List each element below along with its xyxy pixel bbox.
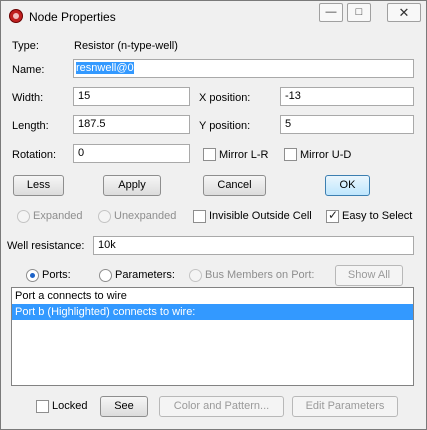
y-position-label: Y position: — [199, 120, 251, 132]
parameters-radio[interactable] — [99, 269, 112, 282]
well-resistance-label: Well resistance: — [7, 240, 85, 252]
rotation-label: Rotation: — [12, 149, 57, 161]
cancel-button[interactable]: Cancel — [203, 175, 266, 196]
mirror-lr-label: Mirror L-R — [219, 149, 269, 161]
width-field[interactable]: 15 — [73, 87, 190, 106]
parameters-label: Parameters: — [115, 269, 175, 281]
length-label: Length: — [12, 120, 49, 132]
ports-list[interactable]: Port a connects to wire Port b (Highligh… — [11, 287, 414, 386]
color-and-pattern-button[interactable]: Color and Pattern... — [159, 396, 284, 417]
maximize-button[interactable]: □ — [347, 3, 371, 22]
type-label: Type: — [12, 40, 39, 52]
rotation-field[interactable]: 0 — [73, 144, 190, 163]
ok-button[interactable]: OK — [325, 175, 370, 196]
ports-label: Ports: — [42, 269, 71, 281]
unexpanded-label: Unexpanded — [114, 210, 177, 222]
locked-checkbox[interactable] — [36, 400, 49, 413]
less-button[interactable]: Less — [13, 175, 64, 196]
easy-to-select-label: Easy to Select — [342, 210, 413, 222]
expanded-radio[interactable] — [17, 210, 30, 223]
y-position-field[interactable]: 5 — [280, 115, 414, 134]
list-item[interactable]: Port a connects to wire — [12, 288, 413, 304]
length-field[interactable]: 187.5 — [73, 115, 190, 134]
invisible-outside-cell-label: Invisible Outside Cell — [209, 210, 312, 222]
expanded-label: Expanded — [33, 210, 83, 222]
window-title: Node Properties — [29, 10, 116, 24]
check-icon: ✓ — [328, 208, 339, 222]
type-value: Resistor (n-type-well) — [74, 40, 178, 52]
radio-selected-dot — [30, 273, 35, 278]
list-item-selected[interactable]: Port b (Highlighted) connects to wire: — [12, 304, 413, 320]
node-properties-window: Node Properties — □ ✕ Type: Resistor (n-… — [0, 0, 427, 430]
see-button[interactable]: See — [100, 396, 148, 417]
show-all-button[interactable]: Show All — [335, 265, 403, 286]
unexpanded-radio[interactable] — [98, 210, 111, 223]
close-button[interactable]: ✕ — [387, 3, 421, 22]
bus-members-label: Bus Members on Port: — [205, 269, 315, 281]
easy-to-select-checkbox[interactable]: ✓ — [326, 208, 339, 223]
mirror-lr-checkbox[interactable] — [203, 148, 216, 161]
minimize-button[interactable]: — — [319, 3, 343, 22]
name-field[interactable]: resnwell@0 — [73, 59, 414, 78]
electric-app-icon — [9, 9, 23, 23]
invisible-outside-cell-checkbox[interactable] — [193, 210, 206, 223]
bus-members-radio[interactable] — [189, 269, 202, 282]
mirror-ud-label: Mirror U-D — [300, 149, 352, 161]
ports-radio[interactable] — [26, 269, 39, 282]
well-resistance-field[interactable]: 10k — [93, 236, 414, 255]
mirror-ud-checkbox[interactable] — [284, 148, 297, 161]
name-value: resnwell@0 — [76, 62, 134, 74]
width-label: Width: — [12, 92, 44, 104]
locked-label: Locked — [52, 400, 88, 412]
apply-button[interactable]: Apply — [103, 175, 161, 196]
edit-parameters-button[interactable]: Edit Parameters — [292, 396, 398, 417]
name-label: Name: — [12, 64, 45, 76]
x-position-field[interactable]: -13 — [280, 87, 414, 106]
x-position-label: X position: — [199, 92, 251, 104]
title-bar[interactable]: Node Properties — □ ✕ — [1, 1, 426, 31]
